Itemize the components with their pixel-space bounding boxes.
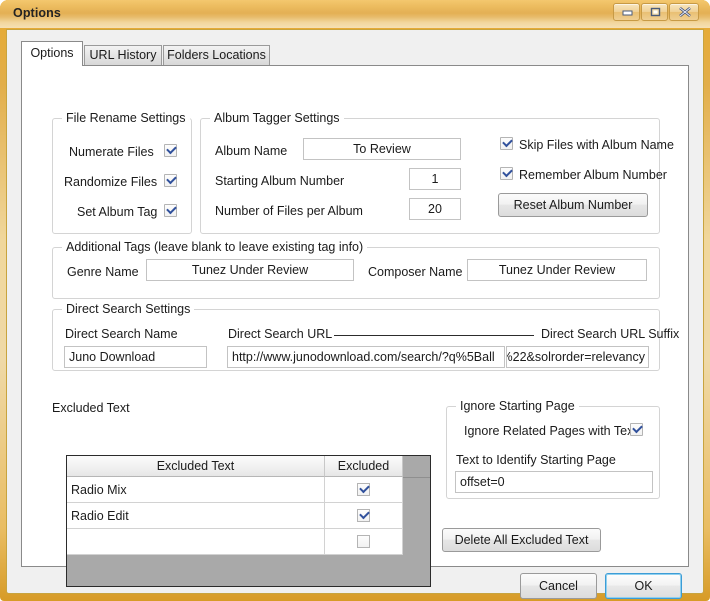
row-excluded-checkbox[interactable] bbox=[357, 509, 370, 522]
maximize-icon bbox=[642, 4, 669, 20]
direct-search-url-suffix-input[interactable]: %22&solrorder=relevancy bbox=[506, 346, 649, 368]
ignore-related-pages-checkbox[interactable] bbox=[630, 423, 643, 436]
album-name-label: Album Name bbox=[215, 144, 287, 158]
set-album-tag-label: Set Album Tag bbox=[77, 205, 157, 219]
excluded-flag-cell[interactable] bbox=[325, 529, 403, 555]
genre-name-input[interactable]: Tunez Under Review bbox=[146, 259, 354, 281]
cancel-button[interactable]: Cancel bbox=[520, 573, 597, 599]
additional-tags-legend: Additional Tags (leave blank to leave ex… bbox=[62, 240, 367, 254]
remember-album-number-label: Remember Album Number bbox=[519, 168, 667, 182]
skip-files-with-album-name-label: Skip Files with Album Name bbox=[519, 138, 674, 152]
close-icon bbox=[670, 4, 700, 20]
excluded-flag-cell[interactable] bbox=[325, 477, 403, 503]
tab-strip: Options URL History Folders Locations bbox=[21, 42, 689, 66]
composer-name-input[interactable]: Tunez Under Review bbox=[467, 259, 647, 281]
starting-album-number-input[interactable]: 1 bbox=[409, 168, 461, 190]
file-rename-settings-legend: File Rename Settings bbox=[62, 111, 190, 125]
file-rename-settings-group: File Rename Settings Numerate Files Rand… bbox=[52, 118, 192, 234]
direct-search-url-divider bbox=[334, 335, 534, 336]
identify-starting-page-input[interactable]: offset=0 bbox=[455, 471, 653, 493]
album-tagger-settings-legend: Album Tagger Settings bbox=[210, 111, 344, 125]
files-per-album-input[interactable]: 20 bbox=[409, 198, 461, 220]
ok-button[interactable]: OK bbox=[605, 573, 682, 599]
randomize-files-checkbox[interactable] bbox=[164, 174, 177, 187]
excluded-text-cell[interactable] bbox=[67, 529, 325, 555]
files-per-album-label: Number of Files per Album bbox=[215, 204, 363, 218]
ignore-starting-page-group: Ignore Starting Page Ignore Related Page… bbox=[446, 406, 660, 499]
direct-search-name-input[interactable]: Juno Download bbox=[64, 346, 207, 368]
excluded-text-cell[interactable]: Radio Edit bbox=[67, 503, 325, 529]
direct-search-url-input[interactable]: http://www.junodownload.com/search/?q%5B… bbox=[227, 346, 505, 368]
options-tab-panel: File Rename Settings Numerate Files Rand… bbox=[21, 65, 689, 567]
numerate-files-label: Numerate Files bbox=[69, 145, 154, 159]
ignore-starting-page-legend: Ignore Starting Page bbox=[456, 399, 579, 413]
minimize-button[interactable] bbox=[613, 3, 640, 21]
options-dialog-window: Options Options URL History Folders Loca… bbox=[0, 0, 710, 601]
composer-name-label: Composer Name bbox=[368, 265, 462, 279]
tab-options[interactable]: Options bbox=[21, 41, 83, 66]
close-button[interactable] bbox=[669, 3, 699, 21]
direct-search-name-label: Direct Search Name bbox=[65, 327, 178, 341]
table-row[interactable]: Radio Mix bbox=[67, 477, 403, 503]
ignore-related-pages-label: Ignore Related Pages with Text bbox=[464, 424, 637, 438]
excluded-text-title: Excluded Text bbox=[52, 401, 130, 415]
excluded-flag-cell[interactable] bbox=[325, 503, 403, 529]
album-tagger-settings-group: Album Tagger Settings Album Name To Revi… bbox=[200, 118, 660, 234]
title-bar-gloss bbox=[0, 0, 710, 13]
additional-tags-group: Additional Tags (leave blank to leave ex… bbox=[52, 247, 660, 299]
tab-folders-locations[interactable]: Folders Locations bbox=[163, 45, 270, 66]
excluded-text-cell[interactable]: Radio Mix bbox=[67, 477, 325, 503]
starting-album-number-label: Starting Album Number bbox=[215, 174, 344, 188]
row-excluded-checkbox[interactable] bbox=[357, 483, 370, 496]
tab-url-history[interactable]: URL History bbox=[84, 45, 162, 66]
direct-search-settings-group: Direct Search Settings Direct Search Nam… bbox=[52, 309, 660, 371]
direct-search-url-label: Direct Search URL bbox=[228, 327, 332, 341]
randomize-files-label: Randomize Files bbox=[64, 175, 157, 189]
dialog-body: Options URL History Folders Locations Fi… bbox=[6, 29, 704, 594]
maximize-button[interactable] bbox=[641, 3, 668, 21]
minimize-icon bbox=[614, 4, 641, 20]
grid-header-excluded[interactable]: Excluded bbox=[325, 456, 403, 477]
table-row[interactable]: Radio Edit bbox=[67, 503, 403, 529]
title-bar[interactable]: Options bbox=[0, 0, 710, 28]
remember-album-number-checkbox[interactable] bbox=[500, 167, 513, 180]
grid-header-excluded-text[interactable]: Excluded Text bbox=[67, 456, 325, 477]
window-title: Options bbox=[13, 6, 61, 20]
set-album-tag-checkbox[interactable] bbox=[164, 204, 177, 217]
identify-starting-page-label: Text to Identify Starting Page bbox=[456, 453, 616, 467]
table-row-new[interactable] bbox=[67, 529, 403, 555]
direct-search-url-suffix-label: Direct Search URL Suffix bbox=[541, 327, 679, 341]
skip-files-with-album-name-checkbox[interactable] bbox=[500, 137, 513, 150]
row-excluded-checkbox[interactable] bbox=[357, 535, 370, 548]
excluded-text-grid[interactable]: Excluded Text Excluded Radio Mix Radio E… bbox=[66, 455, 431, 587]
genre-name-label: Genre Name bbox=[67, 265, 139, 279]
numerate-files-checkbox[interactable] bbox=[164, 144, 177, 157]
delete-all-excluded-text-button[interactable]: Delete All Excluded Text bbox=[442, 528, 601, 552]
reset-album-number-button[interactable]: Reset Album Number bbox=[498, 193, 648, 217]
grid-header-filler bbox=[403, 456, 431, 478]
grid-header-row: Excluded Text Excluded bbox=[67, 456, 431, 477]
album-name-input[interactable]: To Review bbox=[303, 138, 461, 160]
direct-search-settings-legend: Direct Search Settings bbox=[62, 302, 194, 316]
